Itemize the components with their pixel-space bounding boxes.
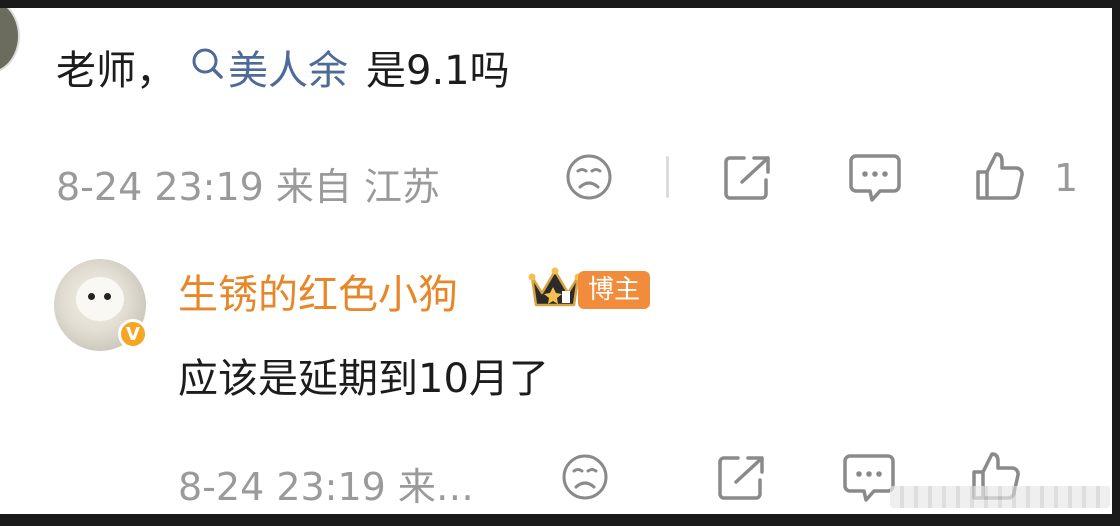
dislike-face-icon[interactable]: [564, 152, 614, 202]
comment-card: 老师， 美人余 是9.1吗 8-24 23:19 来自 江苏 1 V 生锈的红色…: [0, 8, 1112, 514]
reply-timestamp: 8-24 23:19 来…: [178, 465, 474, 509]
topic-link[interactable]: 美人余: [190, 38, 348, 96]
comment-prefix: 老师，: [56, 48, 176, 94]
verified-badge-icon: V: [118, 319, 148, 349]
reply-username[interactable]: 生锈的红色小狗: [178, 262, 458, 320]
like-count: 1: [1054, 156, 1079, 200]
crown-icon: [528, 265, 582, 315]
reply-text: 应该是延期到10月了: [178, 356, 549, 402]
comment-text: 老师， 美人余 是9.1吗: [56, 38, 510, 96]
comment-meta-row: 8-24 23:19 来自 江苏 1: [0, 148, 1112, 209]
thumbs-up-icon[interactable]: [974, 148, 1028, 202]
divider: [666, 156, 669, 198]
comment-icon[interactable]: [848, 152, 902, 204]
comment-timestamp: 8-24 23:19 来自 江苏: [56, 165, 440, 209]
watermark: [890, 486, 1110, 508]
comment-suffix: 是9.1吗: [366, 48, 510, 94]
share-icon[interactable]: [722, 152, 774, 202]
dislike-face-icon[interactable]: [560, 452, 610, 502]
topic-label: 美人余: [228, 48, 348, 94]
blogger-badge: 博主: [578, 271, 651, 309]
share-icon[interactable]: [716, 452, 768, 502]
avatar-image: [76, 277, 124, 321]
reply-avatar[interactable]: V: [54, 259, 148, 351]
comment-icon[interactable]: [842, 452, 896, 504]
search-icon: [190, 44, 228, 90]
commenter-avatar[interactable]: [0, 8, 20, 74]
